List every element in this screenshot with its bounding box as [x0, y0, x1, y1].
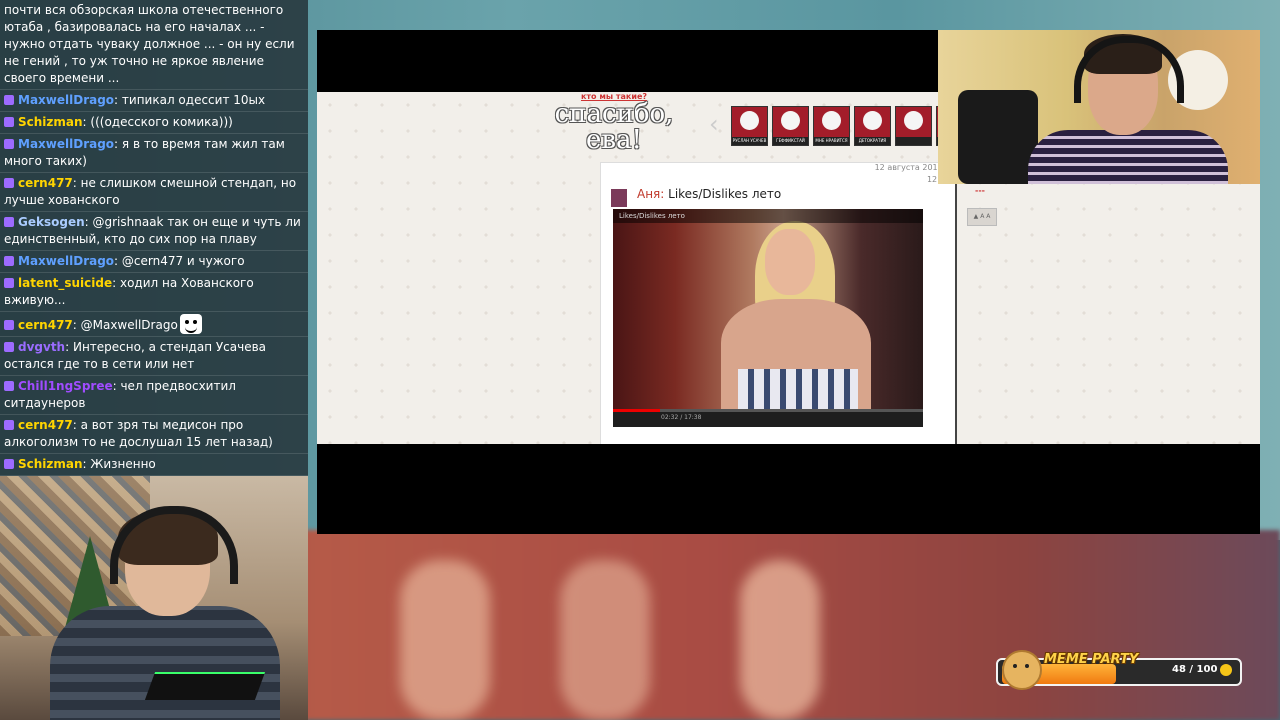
- keyboard: [144, 672, 266, 700]
- chat-message-text: : типикал одессит 10ых: [114, 93, 266, 107]
- chat-username[interactable]: Geksogen: [18, 215, 85, 229]
- meme-party-widget: MEME PARTY 48 / 100: [996, 650, 1244, 690]
- chat-username[interactable]: Schizman: [18, 115, 83, 129]
- sub-badge-icon: [4, 320, 14, 330]
- chat-message-text: : @cern477 и чужого: [114, 254, 245, 268]
- video-person-face: [765, 229, 815, 295]
- chat-username[interactable]: MaxwellDrago: [18, 254, 114, 268]
- background-figure: [400, 560, 490, 720]
- meme-title: MEME PARTY: [1044, 652, 1139, 667]
- sub-badge-icon: [4, 178, 14, 188]
- chat-username[interactable]: cern477: [18, 318, 73, 332]
- sub-badge-icon: [4, 381, 14, 391]
- post-title: Аня: Likes/Dislikes лето: [637, 187, 781, 201]
- chat-message: почти вся обзорская школа отечественного…: [0, 0, 308, 90]
- sub-badge-icon: [4, 459, 14, 469]
- chat-message: MaxwellDrago: @cern477 и чужого: [0, 251, 308, 273]
- nav-icon-item[interactable]: МНЕ НРАВИТСЯ: [813, 106, 850, 146]
- chat-username[interactable]: latent_suicide: [18, 276, 112, 290]
- font-size-button[interactable]: ▲ A A: [967, 208, 997, 226]
- video-progress-fill: [613, 409, 660, 412]
- chat-panel[interactable]: почти вся обзорская школа отечественного…: [0, 0, 308, 476]
- chevron-left-icon[interactable]: ‹: [709, 112, 725, 136]
- chat-message: Schizman: Жизненно: [0, 454, 308, 476]
- chat-message-text: : (((одесского комика))): [82, 115, 233, 129]
- sub-badge-icon: [4, 95, 14, 105]
- chat-message: cern477: @MaxwellDrago: [0, 312, 308, 337]
- nav-caption: [896, 137, 931, 145]
- chat-username[interactable]: cern477: [18, 176, 73, 190]
- post-title-text: Likes/Dislikes лето: [664, 187, 782, 201]
- chat-message: MaxwellDrago: я в то время там жил там м…: [0, 134, 308, 173]
- page-sidebar: --- ▲ A A: [955, 184, 1260, 444]
- face-icon: [863, 111, 882, 130]
- smile-emote: [179, 314, 202, 334]
- nav-caption: ДЕТОКРАТИЯ: [855, 137, 890, 145]
- face-icon: [781, 111, 800, 130]
- chat-message: MaxwellDrago: типикал одессит 10ых: [0, 90, 308, 112]
- doge-icon: [1002, 650, 1042, 690]
- chat-message: Chill1ngSpree: чел предвосхитил ситдауне…: [0, 376, 308, 415]
- face-icon: [740, 111, 759, 130]
- background-figure: [560, 560, 650, 720]
- chat-message: Geksogen: @grishnaak так он еще и чуть л…: [0, 212, 308, 251]
- coin-icon: [1220, 664, 1232, 676]
- video-progress-bar[interactable]: [613, 409, 923, 412]
- video-title: Likes/Dislikes лето: [613, 209, 923, 223]
- nav-icon-item[interactable]: ГЕФФИКСТАЙ: [772, 106, 809, 146]
- nav-icon-item[interactable]: [895, 106, 932, 146]
- streamer-webcam: [0, 476, 308, 720]
- face-icon: [904, 111, 923, 130]
- chat-message-text: : @MaxwellDrago: [72, 318, 178, 332]
- site-logo[interactable]: кто мы такие? спасибо, ева!: [539, 92, 689, 155]
- chat-username[interactable]: MaxwellDrago: [18, 137, 114, 151]
- post-author[interactable]: Аня:: [637, 187, 664, 201]
- chat-message: dvgvth: Интересно, а стендап Усачева ост…: [0, 337, 308, 376]
- sub-badge-icon: [4, 256, 14, 266]
- chat-message-text: почти вся обзорская школа отечественного…: [4, 3, 295, 85]
- chat-username[interactable]: Chill1ngSpree: [18, 379, 113, 393]
- logo-text: спасибо, ева!: [554, 99, 674, 155]
- post-date: 12 августа 2012 в 12:49: [874, 163, 950, 184]
- nav-caption: МНЕ НРАВИТСЯ: [814, 137, 849, 145]
- sub-badge-icon: [4, 217, 14, 227]
- face-icon: [822, 111, 841, 130]
- video-time: 02:32 / 17:38: [661, 414, 702, 421]
- chair: [958, 90, 1038, 184]
- chat-username[interactable]: Schizman: [18, 457, 83, 471]
- guest-shirt: [1028, 130, 1228, 184]
- streamer-body: [50, 606, 280, 720]
- nav-icon-item[interactable]: ДЕТОКРАТИЯ: [854, 106, 891, 146]
- nav-icons: РУСЛАН УСАЧЕВ ГЕФФИКСТАЙ МНЕ НРАВИТСЯ ДЕ…: [731, 106, 973, 146]
- guest-webcam: [938, 30, 1260, 184]
- background-figure: [740, 560, 820, 720]
- nav-icon-item[interactable]: РУСЛАН УСАЧЕВ: [731, 106, 768, 146]
- blog-post: Аня: Likes/Dislikes лето Likes/Dislikes …: [600, 162, 957, 444]
- chat-username[interactable]: cern477: [18, 418, 73, 432]
- chat-username[interactable]: MaxwellDrago: [18, 93, 114, 107]
- chat-message: Schizman: (((одесского комика))): [0, 112, 308, 134]
- video-person-dress: [738, 369, 858, 409]
- sub-badge-icon: [4, 342, 14, 352]
- chat-message: cern477: не слишком смешной стендап, но …: [0, 173, 308, 212]
- sub-badge-icon: [4, 420, 14, 430]
- sub-badge-icon: [4, 278, 14, 288]
- nav-caption: ГЕФФИКСТАЙ: [773, 137, 808, 145]
- chat-message: latent_suicide: ходил на Хованского вжив…: [0, 273, 308, 312]
- sub-badge-icon: [4, 139, 14, 149]
- nav-caption: РУСЛАН УСАЧЕВ: [732, 137, 767, 145]
- avatar: [611, 189, 627, 207]
- sidebar-mark: ---: [975, 186, 985, 195]
- chat-username[interactable]: dvgvth: [18, 340, 65, 354]
- sub-badge-icon: [4, 117, 14, 127]
- video-player[interactable]: Likes/Dislikes лето 02:32 / 17:38: [613, 209, 923, 427]
- chat-message: cern477: а вот зря ты медисон про алкого…: [0, 415, 308, 454]
- meme-count: 48 / 100: [1172, 664, 1218, 675]
- chat-message-text: : Жизненно: [82, 457, 156, 471]
